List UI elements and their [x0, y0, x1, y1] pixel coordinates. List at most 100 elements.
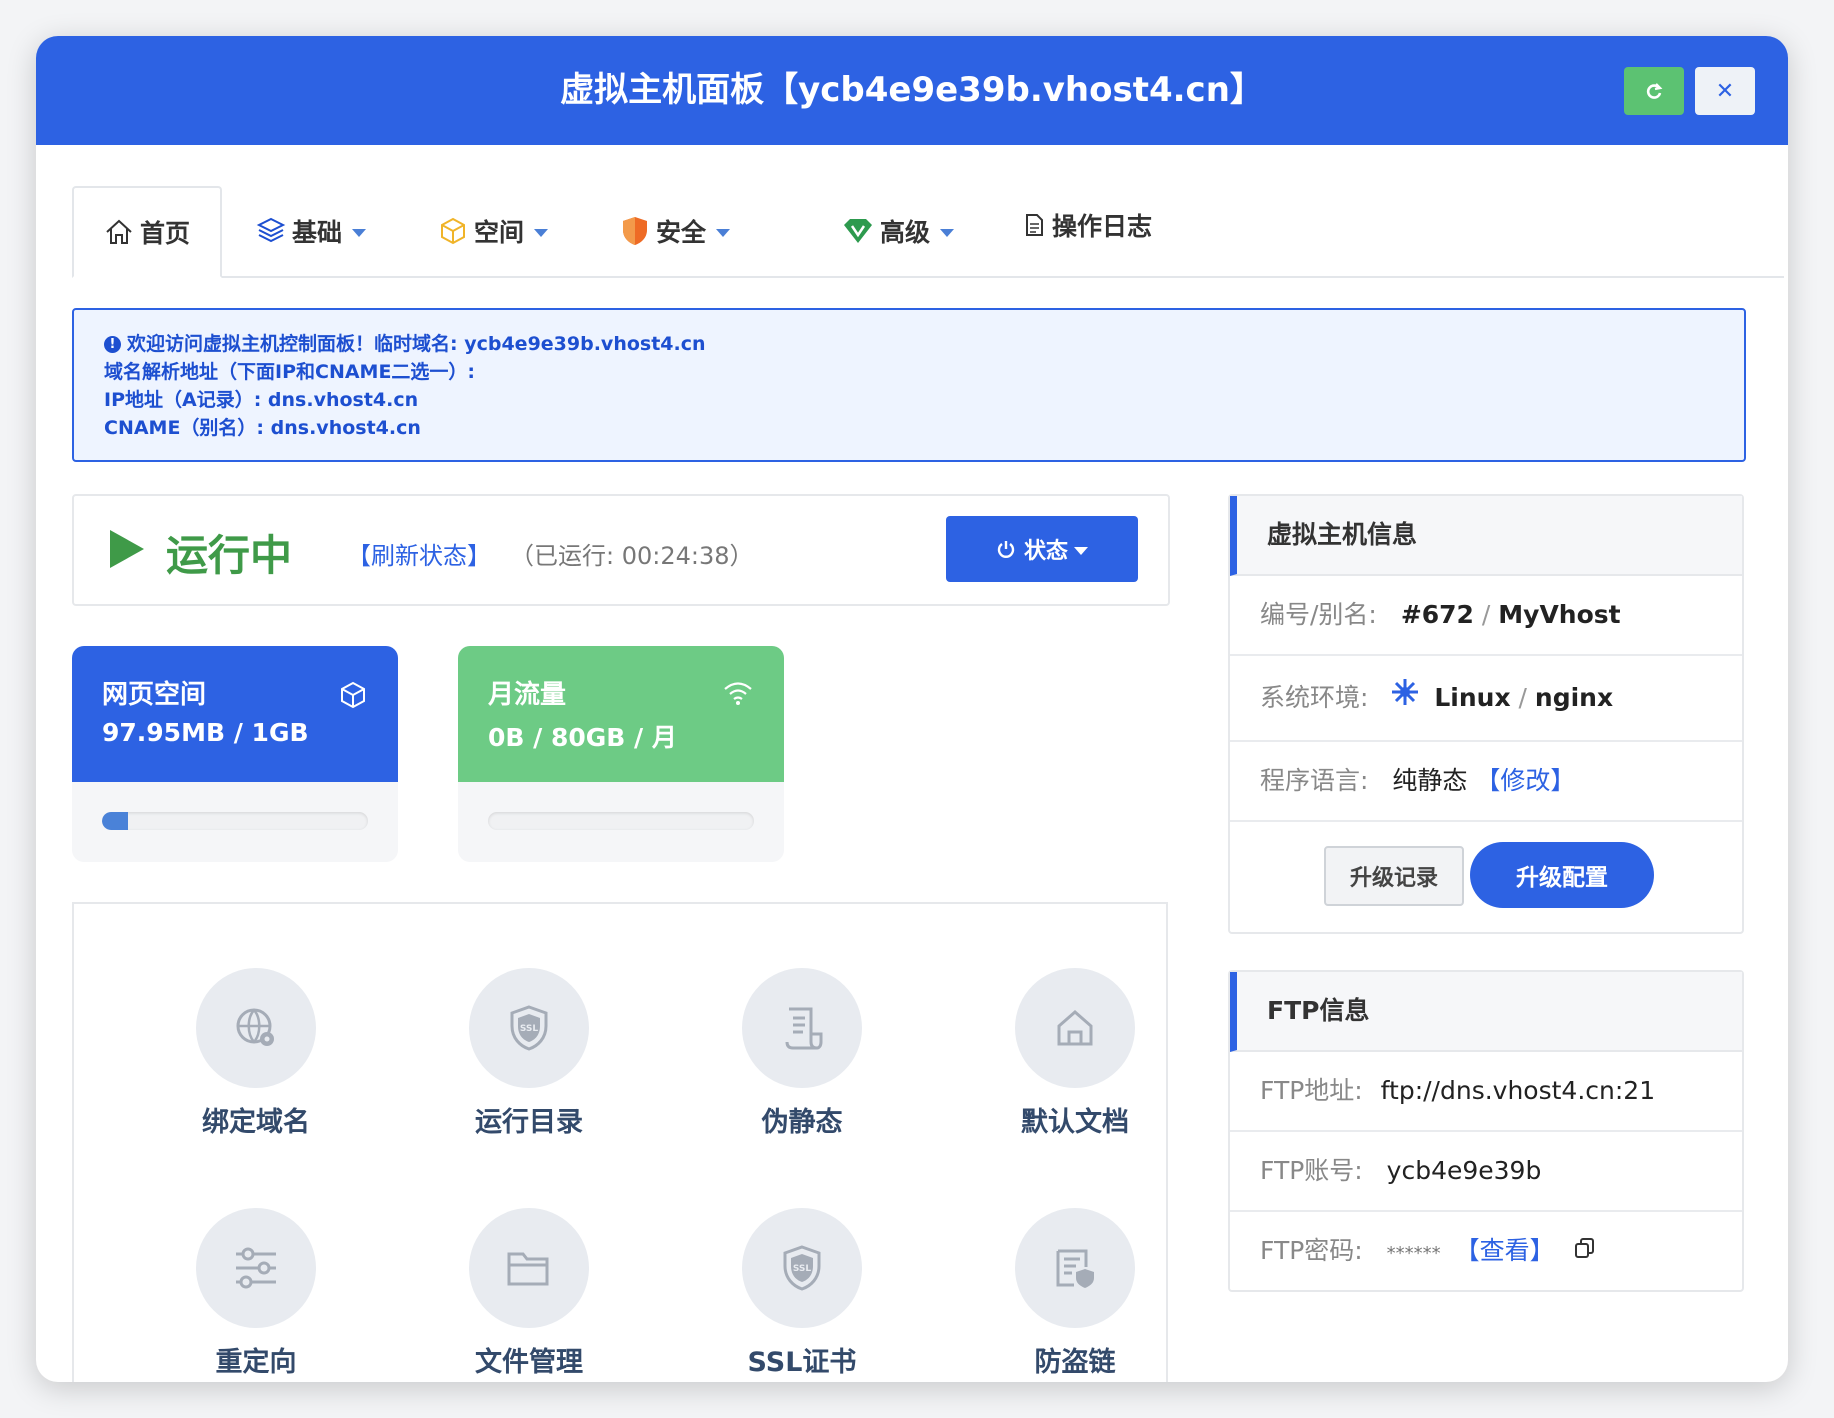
play-icon [110, 530, 144, 568]
document-icon [1022, 212, 1046, 238]
ftp-info-title: FTP信息 [1230, 972, 1742, 1052]
cube-icon [438, 216, 468, 246]
tab-operation-log[interactable]: 操作日志 [1022, 180, 1152, 270]
svg-text:SSL: SSL [520, 1024, 539, 1034]
run-directory-item[interactable]: SSL 运行目录 [429, 968, 629, 1139]
rewrite-item[interactable]: 伪静态 [702, 968, 902, 1139]
power-icon [996, 539, 1016, 559]
chevron-down-icon [534, 229, 549, 237]
uptime-label: （已运行: [510, 542, 615, 570]
chevron-down-icon [1074, 547, 1088, 555]
folder-icon [469, 1208, 589, 1328]
web-space-progress-fill [102, 812, 128, 830]
home-icon [104, 218, 134, 246]
sliders-icon [196, 1208, 316, 1328]
refresh-status-link[interactable]: 【刷新状态】 [347, 536, 491, 571]
vhost-panel-window: 虚拟主机面板【ycb4e9e39b.vhost4.cn】 ✕ 首页 基础 空间 … [36, 36, 1788, 1382]
refresh-button[interactable] [1624, 67, 1684, 115]
shield-icon [620, 215, 650, 247]
scroll-icon [742, 968, 862, 1088]
monthly-traffic-card: 月流量 0B / 80GB / 月 [458, 646, 784, 862]
ssl-shield-icon: SSL [742, 1208, 862, 1328]
bind-domain-label: 绑定域名 [202, 1107, 310, 1138]
chevron-down-icon [940, 229, 955, 237]
file-manager-item[interactable]: 文件管理 [429, 1208, 629, 1379]
feature-grid: 绑定域名 SSL 运行目录 伪静态 默认文档 重定向 文件管理 SSL SSL证… [72, 902, 1168, 1382]
tab-basic[interactable]: 基础 [256, 186, 367, 276]
home-icon [1015, 968, 1135, 1088]
chevron-down-icon [352, 229, 367, 237]
cube-icon [338, 680, 368, 714]
copy-icon[interactable] [1573, 1213, 1597, 1291]
wifi-icon [722, 680, 754, 710]
traffic-card-header: 月流量 0B / 80GB / 月 [458, 646, 784, 782]
uptime-value: 00:24:38） [621, 542, 754, 570]
title-bar: 虚拟主机面板【ycb4e9e39b.vhost4.cn】 ✕ [36, 36, 1788, 145]
traffic-title: 月流量 [488, 680, 567, 710]
tab-home[interactable]: 首页 [72, 186, 223, 278]
ftp-password-row: FTP密码: ****** 【查看】 [1230, 1212, 1742, 1290]
redirect-label: 重定向 [215, 1347, 297, 1378]
ftp-password-label: FTP密码: [1260, 1236, 1363, 1265]
server-value: nginx [1534, 683, 1614, 712]
ftp-address-row: FTP地址: ftp://dns.vhost4.cn:21 [1230, 1052, 1742, 1132]
hotlink-protection-label: 防盗链 [1034, 1347, 1116, 1378]
default-document-item[interactable]: 默认文档 [975, 968, 1175, 1139]
tab-security-label: 安全 [656, 218, 707, 247]
notice-line-3: IP地址（A记录）: dns.vhost4.cn [104, 389, 419, 411]
tab-security[interactable]: 安全 [620, 186, 731, 276]
notice-line-1: ! 欢迎访问虚拟主机控制面板！临时域名: ycb4e9e39b.vhost4.cn [104, 329, 706, 356]
language-label: 程序语言: [1260, 766, 1369, 795]
notice-line-2: 域名解析地址（下面IP和CNAME二选一）: [104, 361, 476, 383]
language-value: 纯静态 [1392, 766, 1468, 795]
upgrade-log-button[interactable]: 升级记录 [1324, 846, 1464, 906]
bind-domain-item[interactable]: 绑定域名 [156, 968, 356, 1139]
default-document-label: 默认文档 [1021, 1107, 1129, 1138]
close-icon: ✕ [1715, 78, 1735, 104]
id-alias-label: 编号/别名: [1260, 600, 1377, 629]
ftp-info-panel: FTP信息 FTP地址: ftp://dns.vhost4.cn:21 FTP账… [1228, 970, 1744, 1292]
hotlink-protection-item[interactable]: 防盗链 [975, 1208, 1175, 1379]
ftp-password-value: ****** [1386, 1243, 1441, 1264]
redirect-item[interactable]: 重定向 [156, 1208, 356, 1379]
document-shield-icon [1015, 1208, 1135, 1328]
rewrite-label: 伪静态 [761, 1107, 843, 1138]
id-alias-row: 编号/别名: #672 / MyVhost [1230, 576, 1742, 656]
modify-language-link[interactable]: 【修改】 [1475, 766, 1575, 795]
os-value: Linux [1434, 683, 1511, 712]
ftp-account-value: ycb4e9e39b [1386, 1156, 1542, 1185]
chevron-down-icon [716, 229, 731, 237]
svg-text:SSL: SSL [793, 1264, 812, 1274]
traffic-value: 0B / 80GB / 月 [488, 723, 677, 752]
info-icon: ! [104, 336, 121, 353]
ssl-certificate-label: SSL证书 [747, 1347, 857, 1378]
id-value: #672 [1400, 600, 1474, 629]
close-button[interactable]: ✕ [1695, 67, 1755, 115]
file-manager-label: 文件管理 [475, 1347, 583, 1378]
welcome-notice: ! 欢迎访问虚拟主机控制面板！临时域名: ycb4e9e39b.vhost4.cn… [72, 308, 1746, 462]
system-env-label: 系统环境: [1260, 683, 1369, 712]
state-dropdown-button[interactable]: 状态 [946, 516, 1138, 582]
web-space-card: 网页空间 97.95MB / 1GB [72, 646, 398, 862]
separator: / [1518, 683, 1535, 712]
status-panel: 运行中 【刷新状态】 （已运行: 00:24:38） 状态 [72, 494, 1170, 606]
tab-advanced[interactable]: 高级 [842, 186, 955, 276]
ftp-address-value: ftp://dns.vhost4.cn:21 [1380, 1076, 1656, 1105]
running-status: 运行中 [166, 531, 293, 580]
view-password-link[interactable]: 【查看】 [1455, 1236, 1555, 1265]
web-space-title: 网页空间 [102, 680, 207, 710]
diamond-icon [842, 217, 874, 245]
vhost-actions: 升级记录 升级配置 [1230, 822, 1742, 932]
ssl-certificate-item[interactable]: SSL SSL证书 [702, 1208, 902, 1379]
run-directory-label: 运行目录 [475, 1107, 583, 1138]
tab-operation-log-label: 操作日志 [1052, 212, 1153, 241]
web-space-value: 97.95MB / 1GB [102, 718, 309, 747]
notice-line-1-text: 欢迎访问虚拟主机控制面板！临时域名: ycb4e9e39b.vhost4.cn [127, 333, 706, 355]
ftp-account-label: FTP账号: [1260, 1156, 1363, 1185]
upgrade-config-button[interactable]: 升级配置 [1470, 842, 1654, 908]
tab-advanced-label: 高级 [880, 218, 931, 247]
layers-icon [256, 216, 286, 246]
tab-space[interactable]: 空间 [438, 186, 549, 276]
globe-gear-icon [196, 968, 316, 1088]
web-space-card-header: 网页空间 97.95MB / 1GB [72, 646, 398, 782]
